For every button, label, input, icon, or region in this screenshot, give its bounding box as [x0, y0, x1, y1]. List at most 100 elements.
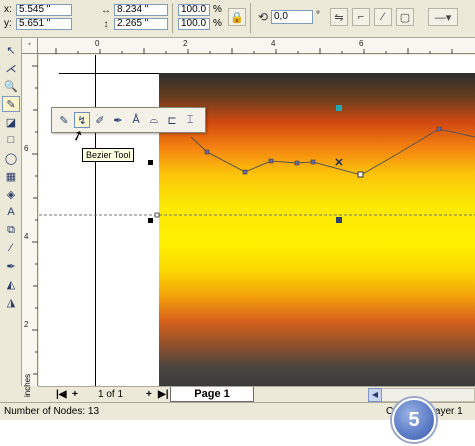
bucket-icon: ◭ [6, 278, 16, 291]
shapes-icon: ◈ [6, 188, 16, 201]
page-tab[interactable]: Page 1 [170, 387, 254, 402]
ruler-origin[interactable]: ⁺ [22, 38, 38, 54]
first-page-button[interactable]: |◀ [56, 389, 67, 400]
scale-x-percent: % [213, 4, 222, 15]
scale-y-field[interactable]: 100.0 [178, 18, 210, 30]
lock-ratio-button[interactable]: 🔒 [228, 8, 246, 26]
y-label: y: [4, 18, 12, 29]
curve-node[interactable] [436, 126, 442, 132]
bezier-icon: ↯ [77, 114, 87, 127]
property-bar: x: 5.545 " y: 5.651 " ↔ 8.234 " ↕ 2.265 … [0, 0, 475, 38]
zoom-tool[interactable]: 🔍 [2, 78, 20, 94]
node-count-status: Number of Nodes: 13 [4, 406, 100, 417]
ellipse-tool[interactable]: ◯ [2, 150, 20, 166]
polyline-tool[interactable]: Å [128, 112, 144, 128]
curve-node[interactable] [357, 171, 364, 178]
polygon-tool[interactable]: ▦ [2, 168, 20, 184]
scale-y-percent: % [213, 18, 222, 29]
node-to-line-button[interactable]: ⌐ [352, 8, 370, 26]
mirror-button[interactable]: ⇋ [330, 8, 348, 26]
arrow-icon: ↖ [6, 44, 16, 57]
bezier-curve[interactable] [190, 128, 475, 176]
vertical-ruler-ticks [32, 65, 38, 375]
pen-icon: ✒ [113, 114, 123, 127]
rotation-angle-field[interactable]: 0,0 [271, 10, 313, 24]
curve-tool[interactable]: ✎ [2, 96, 20, 112]
toolbar-separator [250, 3, 251, 33]
interactive-connector-tool[interactable]: ⊏ [164, 112, 180, 128]
ruler-number: 0 [95, 39, 100, 48]
toolbar-separator [172, 3, 173, 33]
vertical-ruler[interactable]: 6 4 2 [22, 54, 38, 386]
x-position-field[interactable]: 5.545 " [16, 4, 72, 16]
pen-tool[interactable]: ✒ [110, 112, 126, 128]
width-field[interactable]: 8.234 " [114, 4, 168, 16]
interactive-fill-tool[interactable]: ◮ [2, 294, 20, 310]
toolbox: ↖ ⋌ 🔍 ✎ ◪ □ ◯ ▦ ◈ A ⧉ ⁄ ✒ ◭ ◮ [0, 38, 22, 386]
last-page-button[interactable]: ▶| [158, 389, 169, 400]
outline-tool[interactable]: ✒ [2, 258, 20, 274]
pen-nib-icon: ✒ [6, 260, 16, 273]
freehand-icon: ✎ [6, 98, 16, 111]
ruler-number: 4 [271, 39, 276, 48]
center-marker[interactable] [335, 158, 343, 166]
eyedropper-tool[interactable]: ⁄ [2, 240, 20, 256]
drawing-canvas[interactable] [39, 55, 475, 386]
three-point-curve-tool[interactable]: ⌓ [146, 112, 162, 128]
rectangle-tool[interactable]: □ [2, 132, 20, 148]
selection-handle-cyan[interactable] [336, 105, 342, 111]
break-curve-button[interactable]: ▢ [396, 8, 414, 26]
scale-x-field[interactable]: 100.0 [178, 4, 210, 16]
selection-handle-navy[interactable] [336, 217, 342, 223]
dimension-tool[interactable]: ⌶ [182, 112, 198, 128]
height-field[interactable]: 2.265 " [114, 18, 168, 30]
smart-fill-icon: ◪ [5, 116, 17, 129]
connector-icon: ⊏ [167, 114, 177, 127]
freehand-icon: ✎ [59, 114, 69, 127]
ruler-number: 2 [24, 320, 29, 329]
freehand-tool[interactable]: ✎ [56, 112, 72, 128]
brush-icon: ✐ [95, 114, 105, 127]
ruler-number: 2 [183, 39, 188, 48]
rotate-icon: ⟲ [257, 10, 269, 24]
horizontal-ruler[interactable]: 0 2 4 6 [38, 38, 475, 54]
ruler-number: 4 [24, 232, 29, 241]
curve-node[interactable] [204, 149, 210, 155]
smart-fill-tool[interactable]: ◪ [2, 114, 20, 130]
text-tool[interactable]: A [2, 204, 20, 220]
curve-node[interactable] [310, 159, 316, 165]
width-icon: ↔ [101, 4, 111, 16]
lock-icon: 🔒 [230, 11, 244, 24]
curve-node[interactable] [294, 160, 300, 166]
curve-node[interactable] [242, 169, 248, 175]
tooltip: Bezier Tool [82, 148, 135, 162]
curve-node[interactable] [268, 158, 274, 164]
node-icon: ⌐ [357, 11, 365, 23]
mirror-icon: ⇋ [334, 11, 344, 24]
interactive-blend-tool[interactable]: ⧉ [2, 222, 20, 238]
curve-node[interactable] [154, 212, 160, 218]
fill-tool[interactable]: ◭ [2, 276, 20, 292]
text-icon: A [7, 206, 15, 218]
shape-tool[interactable]: ⋌ [2, 60, 20, 76]
polyline-icon: Å [132, 114, 140, 126]
curve-icon: ⁄ [382, 11, 384, 23]
corel-draw-window: x: 5.545 " y: 5.651 " ↔ 8.234 " ↕ 2.265 … [0, 0, 475, 420]
interactive-fill-icon: ◮ [6, 296, 16, 309]
y-position-field[interactable]: 5.651 " [16, 18, 72, 30]
artistic-media-tool[interactable]: ✐ [92, 112, 108, 128]
arrow-left-icon: ◀ [371, 390, 379, 399]
scroll-left-button[interactable]: ◀ [368, 388, 382, 402]
outline-width-dropdown[interactable]: —▾ [428, 8, 458, 26]
magnifier-icon: 🔍 [4, 80, 18, 93]
selection-handle[interactable] [148, 160, 153, 165]
add-page-before-button[interactable]: + [72, 389, 78, 400]
add-page-after-button[interactable]: + [146, 389, 152, 400]
ruler-number: 6 [24, 144, 29, 153]
bezier-tool[interactable]: ↯ [74, 112, 90, 128]
selection-handle[interactable] [148, 218, 153, 223]
pick-tool[interactable]: ↖ [2, 42, 20, 58]
basic-shapes-tool[interactable]: ◈ [2, 186, 20, 202]
curve-button[interactable]: ⁄ [374, 8, 392, 26]
degree-sign: ° [316, 10, 320, 21]
